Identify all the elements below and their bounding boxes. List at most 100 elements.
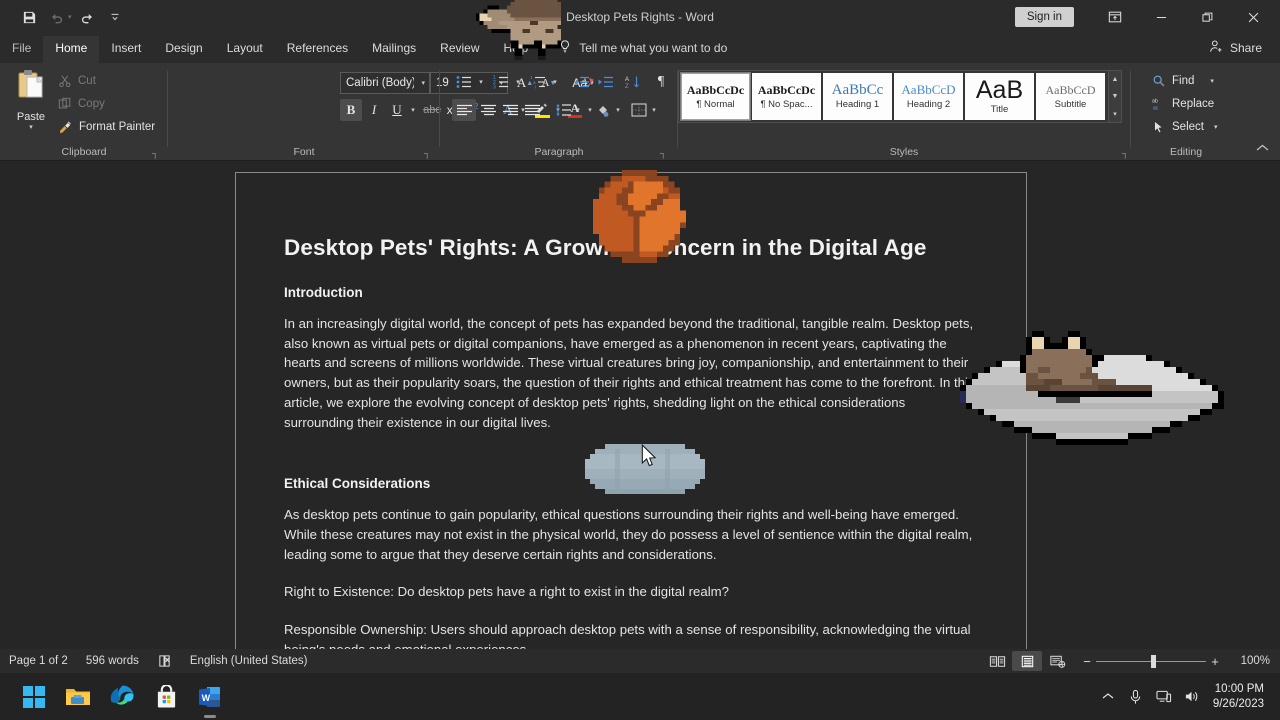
document-page[interactable]: Desktop Pets' Rights: A Growing Concern … xyxy=(235,172,1027,649)
microsoft-store-icon[interactable] xyxy=(150,681,182,713)
bullet-list-button[interactable] xyxy=(452,71,476,93)
styles-more-icon[interactable]: ▾ xyxy=(1109,105,1121,122)
borders-dropdown-icon[interactable]: ▾ xyxy=(648,99,660,121)
find-dropdown-icon[interactable]: ▾ xyxy=(1210,77,1214,85)
styles-dialog-launcher[interactable]: ┐ xyxy=(1122,148,1128,158)
clock[interactable]: 10:00 PM 9/26/2023 xyxy=(1207,682,1272,712)
zoom-thumb[interactable] xyxy=(1151,655,1156,668)
zoom-in-button[interactable]: + xyxy=(1206,654,1224,669)
borders-button[interactable] xyxy=(628,99,650,121)
underline-button[interactable]: U xyxy=(386,99,408,121)
justify-button[interactable] xyxy=(520,99,544,121)
bold-button[interactable]: B xyxy=(340,99,362,121)
zoom-out-button[interactable]: − xyxy=(1078,654,1096,669)
microsoft-word-icon[interactable]: W xyxy=(194,681,226,713)
page-indicator[interactable]: Page 1 of 2 xyxy=(0,651,77,671)
undo-dropdown-icon[interactable]: ▾ xyxy=(68,13,72,21)
styles-scroll-up-icon[interactable]: ▲ xyxy=(1109,71,1121,88)
increase-indent-button[interactable] xyxy=(593,71,617,93)
paste-dropdown-icon[interactable]: ▾ xyxy=(29,123,33,131)
customize-quick-access-icon[interactable] xyxy=(102,5,128,29)
sign-in-button[interactable]: Sign in xyxy=(1015,7,1074,27)
decrease-indent-button[interactable] xyxy=(569,71,593,93)
file-explorer-icon[interactable] xyxy=(62,681,94,713)
style-heading-2[interactable]: AaBbCcD Heading 2 xyxy=(894,73,963,120)
paste-button[interactable]: Paste ▾ xyxy=(10,68,52,144)
font-name-dropdown-icon[interactable]: ▾ xyxy=(421,79,425,87)
redo-icon[interactable] xyxy=(74,5,100,29)
tab-insert[interactable]: Insert xyxy=(99,36,153,63)
shading-dropdown-icon[interactable]: ▾ xyxy=(612,99,624,121)
align-left-button[interactable] xyxy=(452,99,476,121)
cut-button[interactable]: Cut xyxy=(55,71,99,91)
zoom-level[interactable]: 100% xyxy=(1230,655,1270,667)
tab-review[interactable]: Review xyxy=(428,36,491,63)
tab-help[interactable]: Help xyxy=(492,36,541,63)
document-title: Desktop Pets' Rights: A Growing Concern … xyxy=(284,233,978,263)
minimize-button[interactable] xyxy=(1138,0,1184,34)
style-no-spacing[interactable]: AaBbCcDc ¶ No Spac... xyxy=(752,73,821,120)
style-heading-1[interactable]: AaBbCс Heading 1 xyxy=(823,73,892,120)
proofing-errors-icon[interactable] xyxy=(148,651,181,671)
read-mode-view-button[interactable] xyxy=(982,651,1012,671)
font-name-combobox[interactable]: Calibri (Body) ▾ xyxy=(340,72,430,94)
underline-dropdown-icon[interactable]: ▾ xyxy=(407,99,419,121)
select-dropdown-icon[interactable]: ▾ xyxy=(1214,123,1218,131)
show-formatting-marks-button[interactable]: ¶ xyxy=(650,71,672,93)
zoom-track[interactable] xyxy=(1096,661,1206,662)
line-spacing-button[interactable] xyxy=(552,99,574,121)
tab-references[interactable]: References xyxy=(275,36,360,63)
styles-scroll-down-icon[interactable]: ▼ xyxy=(1109,88,1121,105)
save-icon[interactable] xyxy=(16,5,42,29)
bullet-list-dropdown-icon[interactable]: ▾ xyxy=(475,71,487,93)
style-subtitle[interactable]: AaBbCcD Subtitle xyxy=(1036,73,1105,120)
sort-button[interactable]: AZ xyxy=(622,71,644,93)
print-layout-view-button[interactable] xyxy=(1012,651,1042,671)
format-painter-button[interactable]: Format Painter xyxy=(55,117,158,137)
microsoft-edge-icon[interactable] xyxy=(106,681,138,713)
numbered-list-button[interactable]: 123 xyxy=(489,71,513,93)
line-spacing-dropdown-icon[interactable]: ▾ xyxy=(572,99,584,121)
start-button[interactable] xyxy=(18,681,50,713)
word-count[interactable]: 596 words xyxy=(77,651,148,671)
style-title[interactable]: AaB Title xyxy=(965,73,1034,120)
tab-mailings[interactable]: Mailings xyxy=(360,36,428,63)
undo-icon[interactable] xyxy=(44,5,70,29)
restore-button[interactable] xyxy=(1184,0,1230,34)
volume-icon[interactable] xyxy=(1179,680,1205,714)
language-indicator[interactable]: English (United States) xyxy=(181,651,317,671)
align-center-button[interactable] xyxy=(476,99,500,121)
multilevel-list-dropdown-icon[interactable]: ▾ xyxy=(549,71,561,93)
zoom-slider[interactable]: − + xyxy=(1078,654,1224,669)
multilevel-list-button[interactable]: 1ai xyxy=(526,71,550,93)
find-button[interactable]: Find ▾ xyxy=(1149,71,1217,91)
web-layout-view-button[interactable] xyxy=(1042,651,1072,671)
paragraph-dialog-launcher[interactable]: ┐ xyxy=(660,148,666,158)
paragraph-introduction: In an increasingly digital world, the co… xyxy=(284,314,978,432)
replace-button[interactable]: abac Replace xyxy=(1149,94,1217,114)
show-hidden-icons-button[interactable] xyxy=(1095,680,1121,714)
tab-design[interactable]: Design xyxy=(153,36,214,63)
shading-button[interactable] xyxy=(592,99,614,121)
share-button[interactable]: Share xyxy=(1209,39,1280,63)
italic-button[interactable]: I xyxy=(363,99,385,121)
collapse-ribbon-button[interactable] xyxy=(1255,143,1270,156)
select-button[interactable]: Select ▾ xyxy=(1149,117,1220,137)
align-right-button[interactable] xyxy=(498,99,522,121)
person-add-icon xyxy=(1209,39,1224,57)
tell-me-search[interactable]: Tell me what you want to do xyxy=(558,39,727,63)
document-canvas[interactable]: Desktop Pets' Rights: A Growing Concern … xyxy=(0,161,1280,649)
numbered-list-dropdown-icon[interactable]: ▾ xyxy=(512,71,524,93)
style-normal[interactable]: AaBbCcDc ¶ Normal xyxy=(681,73,750,120)
font-dialog-launcher[interactable]: ┐ xyxy=(424,148,430,158)
close-button[interactable] xyxy=(1230,0,1276,34)
ribbon-display-options-icon[interactable] xyxy=(1092,0,1138,34)
tab-home[interactable]: Home xyxy=(43,36,99,63)
network-icon[interactable] xyxy=(1151,680,1177,714)
tab-file[interactable]: File xyxy=(0,36,43,63)
clipboard-dialog-launcher[interactable]: ┐ xyxy=(152,148,158,158)
copy-button[interactable]: Copy xyxy=(55,94,108,114)
microphone-icon[interactable] xyxy=(1123,680,1149,714)
tab-layout[interactable]: Layout xyxy=(215,36,275,63)
heading-introduction: Introduction xyxy=(284,285,978,300)
